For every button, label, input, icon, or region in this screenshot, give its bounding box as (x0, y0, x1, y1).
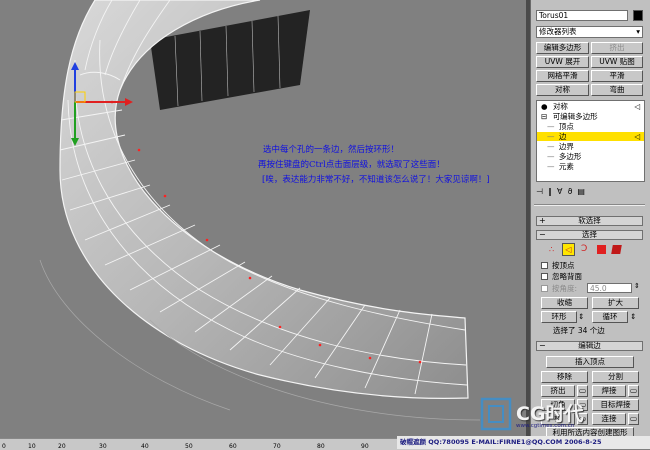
uvw-unwrap-button[interactable]: UVW 展开 (536, 56, 589, 68)
stack-item-symmetry[interactable]: ● 对称 ◁ (537, 102, 644, 111)
logo-text: CG时代 (516, 403, 584, 425)
annotation-line-3: [唉，表达能力非常不好，不知道该怎么说了！大家见谅啊！] (262, 175, 490, 185)
selection-status: 选择了 34 个边 (553, 326, 605, 335)
modifier-list-label: 修改器列表 (539, 27, 577, 36)
object-name-field[interactable]: Torus01 (536, 10, 628, 21)
border-mode-icon[interactable]: Ͻ (581, 244, 587, 254)
insert-vertex-button[interactable]: 插入顶点 (546, 356, 634, 368)
tree-line-icon: — (547, 122, 555, 131)
tree-line-icon: — (547, 132, 555, 141)
stack-item-label: 对称 (552, 102, 568, 111)
split-button[interactable]: 分割 (592, 371, 639, 383)
ignore-backfacing-label: 忽略背面 (552, 272, 582, 281)
extrude-modifier-button[interactable]: 挤出 (591, 42, 643, 54)
pin-icon: ◁ (634, 102, 640, 111)
configure-sets-icon[interactable]: ▤ (577, 187, 590, 196)
remove-button[interactable]: 移除 (541, 371, 588, 383)
torus-mesh (39, 0, 481, 421)
stack-item-border[interactable]: — 边界 (537, 142, 644, 151)
author-credit: 破帽遮颜 QQ:780095 E-MAIL:FIRNE1@QQ.COM 2006… (397, 436, 650, 449)
vertex-mode-icon[interactable]: ∴ (549, 245, 554, 254)
grow-button[interactable]: 扩大 (592, 297, 639, 309)
stack-item-editable-poly[interactable]: ⊟ 可编辑多边形 (537, 112, 644, 121)
stack-item-vertex[interactable]: — 顶点 (537, 122, 644, 131)
spinner-arrows-icon[interactable]: ⇕ (634, 282, 640, 290)
annotation-line-1: 选中每个孔的一条边，然后按环形！ (263, 145, 400, 155)
smooth-button[interactable]: 平滑 (591, 70, 643, 82)
ring-button[interactable]: 环形 (541, 311, 577, 323)
selection-rollout[interactable]: − 选择 (536, 230, 643, 240)
rollout-title: 选择 (582, 230, 597, 239)
separator (534, 204, 645, 206)
connect-button[interactable]: 连接 (592, 413, 626, 425)
weld-settings-button[interactable]: ▭ (628, 385, 639, 397)
stack-item-label: 多边形 (558, 152, 582, 161)
connect-settings-button[interactable]: ▭ (628, 413, 639, 425)
rollout-title: 编辑边 (578, 341, 601, 350)
loop-button[interactable]: 循环 (592, 311, 628, 323)
tree-line-icon: — (547, 142, 555, 151)
bend-button[interactable]: 弯曲 (591, 84, 643, 96)
collapse-icon[interactable]: ⊟ (541, 112, 547, 121)
meshsmooth-button[interactable]: 网格平滑 (536, 70, 589, 82)
subobject-toolbar: ∴ ◁ Ͻ (549, 243, 639, 257)
edit-poly-button[interactable]: 编辑多边形 (536, 42, 589, 54)
soft-selection-rollout[interactable]: + 软选择 (536, 216, 643, 226)
remove-modifier-icon[interactable]: ϑ (567, 187, 577, 196)
element-mode-icon[interactable] (611, 245, 622, 254)
stack-item-label: 可编辑多边形 (552, 112, 598, 121)
by-angle-label: 按角度: (552, 284, 578, 293)
object-color-swatch[interactable] (633, 10, 643, 21)
expand-icon: + (539, 216, 546, 225)
chevron-down-icon: ▾ (636, 27, 640, 36)
collapse-icon: − (539, 341, 546, 350)
edit-edges-rollout[interactable]: − 编辑边 (536, 341, 643, 351)
cg-times-watermark: CG时代 www.cgtimes.com.cn (476, 395, 596, 435)
angle-spinner-field[interactable]: 45.0 (587, 283, 632, 293)
tree-line-icon: — (547, 152, 555, 161)
show-end-result-icon[interactable]: ‖ (548, 187, 557, 196)
by-vertex-label: 按顶点 (552, 261, 575, 270)
stack-item-label: 边界 (558, 142, 574, 151)
stack-toolbar: ⊣‖∀ϑ▤ (536, 186, 643, 198)
stack-item-element[interactable]: — 元素 (537, 162, 644, 171)
annotation-line-2: 再按住键盘的Ctrl点击面层级，就选取了这些面！ (258, 160, 445, 170)
uvw-map-button[interactable]: UVW 贴图 (591, 56, 643, 68)
loop-spinner-icon[interactable]: ⇕ (630, 312, 636, 321)
by-vertex-checkbox[interactable] (541, 262, 548, 269)
stack-item-polygon[interactable]: — 多边形 (537, 152, 644, 161)
edge-mode-icon[interactable]: ◁ (562, 243, 575, 256)
ignore-backfacing-checkbox[interactable] (541, 273, 548, 280)
target-weld-button[interactable]: 目标焊接 (592, 399, 639, 411)
perspective-viewport[interactable]: 选中每个孔的一条边，然后按环形！ 再按住键盘的Ctrl点击面层级，就选取了这些面… (0, 0, 530, 438)
collapse-icon: − (539, 230, 546, 239)
polygon-mode-icon[interactable] (597, 245, 606, 254)
modifier-list-dropdown[interactable]: 修改器列表 ▾ (536, 26, 643, 38)
pin-icon: ◁ (634, 132, 640, 141)
shrink-button[interactable]: 收缩 (541, 297, 588, 309)
stack-item-edge[interactable]: — 边 ◁ (537, 132, 644, 141)
stack-item-label: 边 (558, 132, 567, 141)
stack-item-label: 元素 (558, 162, 574, 171)
rollout-title: 软选择 (578, 216, 601, 225)
by-angle-checkbox[interactable] (541, 285, 548, 292)
modifier-stack[interactable]: ● 对称 ◁ ⊟ 可编辑多边形 — 顶点 — 边 ◁ — 边界 — 多边形 — … (536, 100, 645, 182)
weld-button[interactable]: 焊接 (592, 385, 626, 397)
logo-site: www.cgtimes.com.cn (516, 423, 575, 429)
pin-stack-icon[interactable]: ⊣ (536, 187, 548, 196)
light-bulb-icon[interactable]: ● (541, 102, 548, 111)
symmetry-button[interactable]: 对称 (536, 84, 589, 96)
tree-line-icon: — (547, 162, 555, 171)
make-unique-icon[interactable]: ∀ (557, 187, 567, 196)
stack-item-label: 顶点 (558, 122, 574, 131)
ring-spinner-icon[interactable]: ⇕ (578, 312, 584, 321)
